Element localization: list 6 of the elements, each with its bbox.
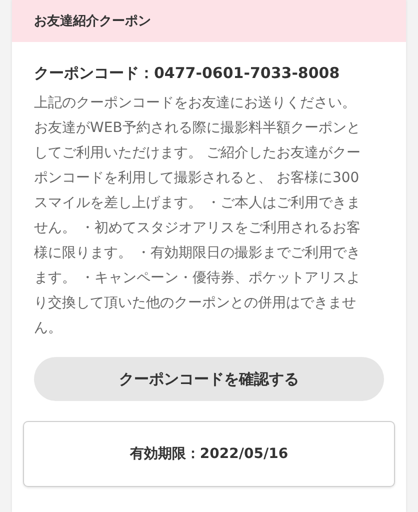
check-code-button[interactable]: クーポンコードを確認する: [34, 357, 384, 401]
card-title: お友達紹介クーポン: [34, 13, 151, 30]
coupon-description: お友達がWEB予約される際に撮影料半額クーポンとしてご利用いただけます。 ご紹介したお友達がクーポンコードを利用して撮影されると、 お客様に300スマイルを差し上げます。 ・ご本人はご利用できません。 ・初めてスタジオアリスをご利用されるお客様に限ります。 ・有効期限日の撮影までご利用できます。 ・キャンペーン・優待券、ポケットアリスより交換して頂いた他のクーポンとの併用はできません。: [34, 119, 362, 338]
coupon-description: 上記のクーポンコードをお友達にお送りください。: [34, 94, 357, 113]
expiry-date: 有効期限：2022/05/16: [130, 445, 288, 463]
coupon-code: クーポンコード：0477-0601-7033-8008: [33, 64, 341, 83]
